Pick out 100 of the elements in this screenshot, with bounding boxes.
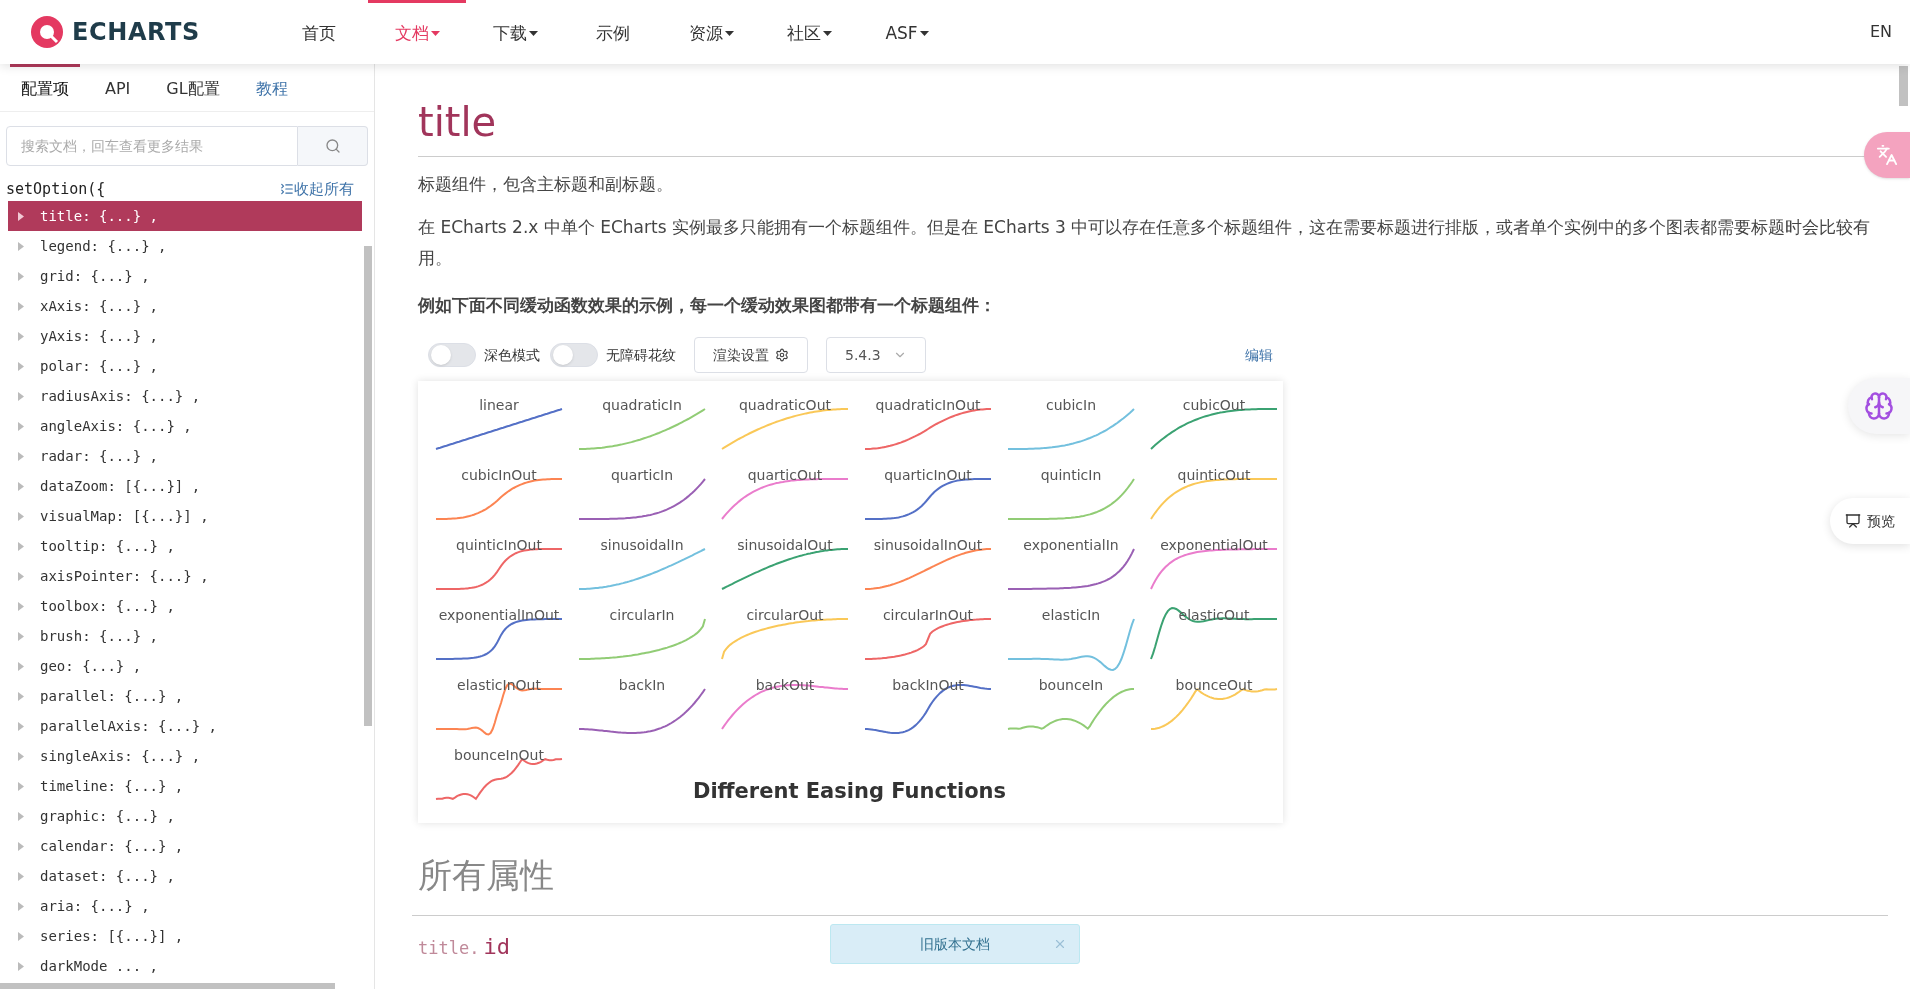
option-tree-item[interactable]: radar: {...} , [8, 441, 362, 471]
option-tree-item[interactable]: polar: {...} , [8, 351, 362, 381]
nav-link[interactable]: 社区 [760, 0, 858, 64]
ai-assistant-button[interactable] [1848, 378, 1910, 434]
expand-arrow-icon [18, 481, 24, 491]
curve-label: bounceIn [1038, 676, 1104, 695]
option-tree-item[interactable]: geo: {...} , [8, 651, 362, 681]
option-tree-item[interactable]: tooltip: {...} , [8, 531, 362, 561]
curve-label: quadraticIn [602, 396, 682, 415]
close-icon[interactable] [1053, 937, 1067, 951]
option-tree-item[interactable]: visualMap: [{...}] , [8, 501, 362, 531]
expand-arrow-icon [18, 211, 24, 221]
brain-icon [1864, 391, 1894, 421]
option-tree-item[interactable]: yAxis: {...} , [8, 321, 362, 351]
paragraph: 在 ECharts 2.x 中单个 ECharts 实例最多只能拥有一个标题组件。但是在 ECharts 3 中可以存在任意多个标题组件，这在需要标题进行排版，或者单个实例中的多个图表都需要标题时会比较有用。 [418, 216, 1872, 270]
toggle-switch[interactable] [428, 343, 476, 367]
expand-arrow-icon [18, 901, 24, 911]
toggle-switch[interactable] [550, 343, 598, 367]
curve-label: exponentialIn [1023, 536, 1119, 555]
option-tree-item[interactable]: radiusAxis: {...} , [8, 381, 362, 411]
option-tree-item[interactable]: brush: {...} , [8, 621, 362, 651]
nav-link[interactable]: 下载 [466, 0, 564, 64]
expand-arrow-icon [18, 871, 24, 881]
paragraph: 标题组件，包含主标题和副标题。 [418, 173, 674, 196]
curve-label: quinticOut [1177, 466, 1251, 485]
presentation-icon [1845, 513, 1861, 529]
search-icon [324, 138, 341, 154]
option-tree-item[interactable]: timeline: {...} , [8, 771, 362, 801]
option-tree-item[interactable]: calendar: {...} , [8, 831, 362, 861]
expand-arrow-icon [18, 961, 24, 971]
paragraph: 例如下面不同缓动函数效果的示例，每一个缓动效果图都带有一个标题组件： [418, 294, 997, 317]
search-field[interactable]: 搜索文档，回车查看更多结果 [6, 126, 298, 166]
option-tree-item[interactable]: graphic: {...} , [8, 801, 362, 831]
expand-arrow-icon [18, 571, 24, 581]
scrollbar-thumb[interactable] [0, 983, 335, 989]
collapse-all-link[interactable]: 收起所有 [280, 177, 354, 201]
curve-label: quinticInOut [456, 536, 542, 555]
option-tree-item[interactable]: singleAxis: {...} , [8, 741, 362, 771]
sidebar-tab[interactable]: 配置项 [10, 64, 80, 111]
expand-arrow-icon [18, 541, 24, 551]
nav-link[interactable]: ASF [858, 0, 956, 64]
option-tree-item[interactable]: angleAxis: {...} , [8, 411, 362, 441]
option-tree-item[interactable]: xAxis: {...} , [8, 291, 362, 321]
caret-icon [528, 31, 538, 36]
search-button[interactable] [298, 126, 368, 166]
curve-label: quadraticInOut [875, 396, 981, 415]
curve-label: circularOut [746, 606, 824, 625]
option-tree-item[interactable]: legend: {...} , [8, 231, 362, 261]
option-tree-item[interactable]: axisPointer: {...} , [8, 561, 362, 591]
option-tree-item[interactable]: grid: {...} , [8, 261, 362, 291]
logo-icon [30, 15, 64, 49]
logo-text[interactable]: ECHARTS [72, 14, 200, 50]
curve-label: quarticOut [747, 466, 823, 485]
nav-link[interactable]: 首页 [270, 0, 368, 64]
version-select[interactable]: 5.4.3 [826, 337, 926, 373]
option-tree-item[interactable]: aria: {...} , [8, 891, 362, 921]
scrollbar-thumb[interactable] [364, 246, 372, 726]
nav-link[interactable]: 文档 [368, 0, 466, 64]
property-name: id [483, 933, 510, 961]
nav-link[interactable]: 示例 [564, 0, 662, 64]
expand-arrow-icon [18, 511, 24, 521]
option-tree-item[interactable]: parallelAxis: {...} , [8, 711, 362, 741]
option-tree-item[interactable]: toolbox: {...} , [8, 591, 362, 621]
option-tree-item[interactable]: dataZoom: [{...}] , [8, 471, 362, 501]
property-prefix: title. [418, 937, 480, 960]
caret-icon [430, 31, 440, 36]
expand-arrow-icon [18, 271, 24, 281]
toggle-label: 无障碍花纹 [606, 345, 676, 365]
curve-label: sinusoidalOut [737, 536, 833, 555]
sidebar-tab[interactable]: API [94, 64, 142, 111]
tutorial-link[interactable]: 教程 [244, 64, 299, 111]
curve-label: quinticIn [1040, 466, 1102, 485]
caret-icon [724, 31, 734, 36]
caret-icon [919, 31, 929, 36]
translate-button[interactable] [1864, 132, 1910, 178]
nav-link[interactable]: 资源 [662, 0, 760, 64]
option-tree-item[interactable]: darkMode ... , [8, 951, 362, 981]
old-version-notice[interactable]: 旧版本文档 [830, 924, 1080, 964]
expand-arrow-icon [18, 631, 24, 641]
translate-icon [1876, 144, 1898, 166]
curve-label: bounceInOut [454, 746, 544, 765]
sidebar-tab[interactable]: GL配置 [155, 64, 231, 111]
scrollbar-thumb[interactable] [1899, 66, 1908, 106]
render-settings-button[interactable]: 渲染设置 [694, 337, 808, 373]
preview-button[interactable]: 预览 [1830, 498, 1910, 544]
curve-label: circularIn [609, 606, 675, 625]
curve-label: exponentialOut [1160, 536, 1268, 555]
curve-label: cubicIn [1045, 396, 1096, 415]
option-tree-item[interactable]: dataset: {...} , [8, 861, 362, 891]
edit-link[interactable]: 编辑 [1245, 344, 1273, 366]
curve-label: quadraticOut [739, 396, 831, 415]
option-tree-item[interactable]: parallel: {...} , [8, 681, 362, 711]
curve-label: quarticIn [610, 466, 674, 485]
curve-label: linear [479, 396, 519, 415]
option-tree-item[interactable]: title: {...} , [8, 201, 362, 231]
language-link[interactable]: EN [1869, 20, 1892, 44]
option-tree-item[interactable]: series: [{...}] , [8, 921, 362, 951]
expand-arrow-icon [18, 391, 24, 401]
expand-arrow-icon [18, 931, 24, 941]
curve-label: cubicInOut [461, 466, 537, 485]
